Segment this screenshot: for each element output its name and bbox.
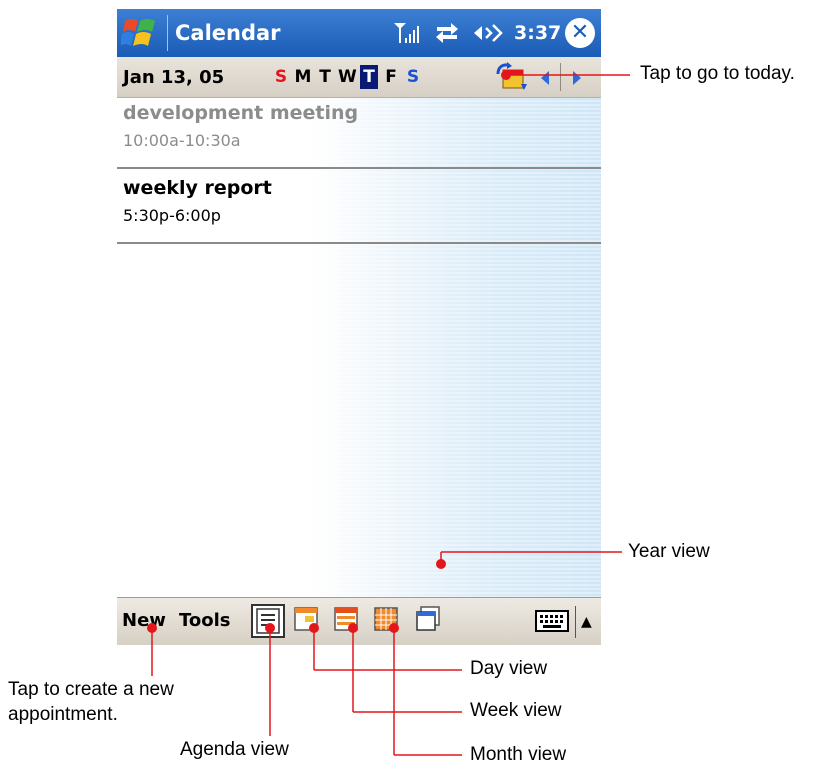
input-panel-arrow-icon[interactable]: ▲ bbox=[581, 614, 592, 630]
new-button[interactable]: New bbox=[122, 610, 166, 631]
next-arrow-icon[interactable] bbox=[569, 69, 585, 87]
close-icon: ✕ bbox=[570, 20, 590, 45]
callout-new-line1: Tap to create a new bbox=[8, 679, 174, 700]
day-monday[interactable]: M bbox=[294, 65, 312, 89]
device-screen: Calendar 3:37 ✕ Jan 13, 05 S M T W T F S… bbox=[117, 9, 601, 645]
day-wednesday[interactable]: W bbox=[338, 65, 357, 89]
day-tuesday[interactable]: T bbox=[316, 65, 334, 89]
list-item[interactable]: weekly report 5:30p-6:00p bbox=[117, 169, 601, 244]
day-view-button[interactable] bbox=[291, 604, 325, 638]
callout-new-line2: appointment. bbox=[8, 704, 118, 725]
year-view-button[interactable] bbox=[413, 604, 447, 638]
appointment-time: 5:30p-6:00p bbox=[123, 206, 221, 225]
callout-today: Tap to go to today. bbox=[640, 63, 795, 84]
current-date[interactable]: Jan 13, 05 bbox=[123, 67, 224, 88]
day-friday[interactable]: F bbox=[382, 65, 400, 89]
windows-start-icon[interactable] bbox=[121, 15, 159, 51]
appointment-title: weekly report bbox=[123, 177, 272, 199]
clock[interactable]: 3:37 bbox=[514, 22, 561, 44]
callout-week-view: Week view bbox=[470, 700, 562, 721]
day-saturday[interactable]: S bbox=[404, 65, 422, 89]
callout-year-view: Year view bbox=[628, 541, 710, 562]
callout-day-view: Day view bbox=[470, 658, 548, 679]
day-thursday[interactable]: T bbox=[360, 65, 378, 89]
prev-arrow-icon[interactable] bbox=[537, 69, 553, 87]
week-view-icon bbox=[334, 607, 358, 631]
day-view-icon bbox=[294, 607, 318, 631]
day-sunday[interactable]: S bbox=[272, 65, 290, 89]
divider bbox=[117, 242, 601, 244]
speaker-icon[interactable] bbox=[472, 21, 506, 45]
tools-menu[interactable]: Tools bbox=[179, 610, 231, 631]
go-to-today-icon[interactable] bbox=[495, 62, 529, 92]
nav-separator bbox=[560, 63, 561, 91]
callout-month-view: Month view bbox=[470, 744, 567, 765]
appointment-list: development meeting 10:00a-10:30a weekly… bbox=[117, 98, 601, 597]
month-view-button[interactable] bbox=[371, 604, 405, 638]
keyboard-icon[interactable] bbox=[535, 610, 569, 632]
list-item[interactable]: development meeting 10:00a-10:30a bbox=[117, 98, 601, 169]
appointment-time: 10:00a-10:30a bbox=[123, 131, 241, 150]
title-separator bbox=[167, 15, 168, 51]
month-view-icon bbox=[374, 607, 398, 631]
title-bar: Calendar 3:37 ✕ bbox=[117, 9, 601, 57]
date-bar: Jan 13, 05 S M T W T F S bbox=[117, 57, 601, 98]
callout-agenda-view: Agenda view bbox=[180, 739, 289, 760]
year-view-icon bbox=[416, 606, 440, 631]
sync-icon[interactable] bbox=[433, 21, 461, 45]
agenda-view-button[interactable] bbox=[251, 604, 285, 638]
appointment-title: development meeting bbox=[123, 102, 359, 124]
week-view-button[interactable] bbox=[331, 604, 365, 638]
sip-separator bbox=[575, 606, 576, 638]
app-title: Calendar bbox=[175, 21, 281, 45]
close-button[interactable]: ✕ bbox=[565, 18, 595, 48]
signal-icon[interactable] bbox=[392, 21, 420, 45]
bottom-toolbar: New Tools ▲ bbox=[117, 597, 601, 645]
agenda-view-icon bbox=[256, 608, 280, 634]
